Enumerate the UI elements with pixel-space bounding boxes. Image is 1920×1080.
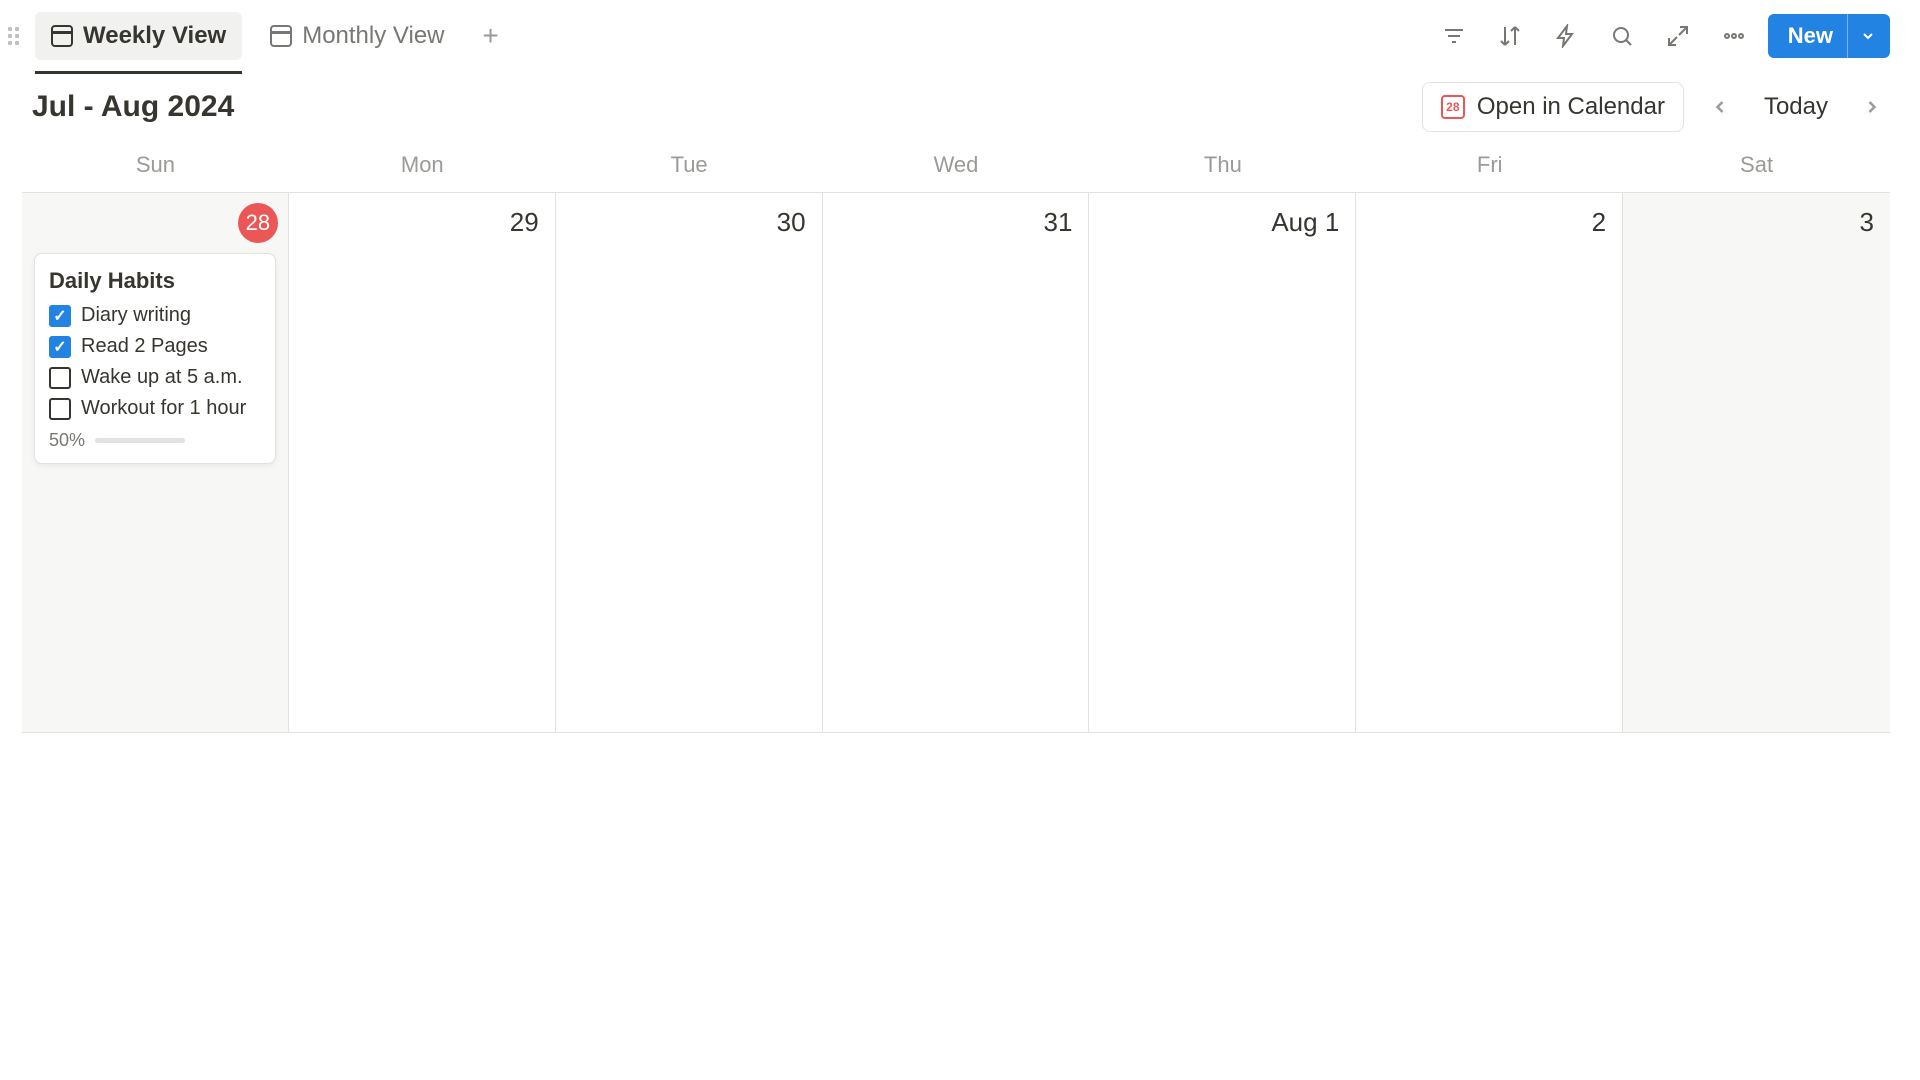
progress-bar (95, 438, 185, 443)
day-cell[interactable]: 30 (556, 193, 823, 732)
tab-weekly-view[interactable]: Weekly View (35, 12, 242, 60)
card-title: Daily Habits (49, 268, 261, 294)
progress-percent: 50% (49, 430, 85, 451)
tab-monthly-view[interactable]: Monthly View (254, 12, 460, 60)
new-button[interactable]: New (1768, 14, 1890, 58)
dow-label: Thu (1089, 142, 1356, 192)
checkbox[interactable] (49, 367, 71, 389)
habit-card[interactable]: Daily Habits Diary writing Read 2 Pages Wak… (34, 253, 276, 464)
dow-label: Sat (1623, 142, 1890, 192)
habit-label: Wake up at 5 a.m. (81, 366, 243, 389)
expand-button[interactable] (1656, 14, 1700, 58)
expand-icon (1666, 24, 1690, 48)
day-cell[interactable]: Aug 1 (1089, 193, 1356, 732)
habit-row: Workout for 1 hour (49, 397, 261, 420)
more-button[interactable] (1712, 14, 1756, 58)
new-button-dropdown[interactable] (1847, 14, 1876, 58)
day-number: 28 (238, 203, 278, 243)
drag-handle-icon[interactable] (8, 27, 19, 45)
checkbox[interactable] (49, 305, 71, 327)
day-number: 29 (510, 207, 539, 238)
add-view-button[interactable]: + (473, 18, 509, 54)
day-number: Aug 1 (1271, 207, 1339, 238)
new-button-label: New (1788, 23, 1833, 49)
dow-label: Mon (289, 142, 556, 192)
checkbox[interactable] (49, 398, 71, 420)
sort-button[interactable] (1488, 14, 1532, 58)
day-cell[interactable]: 28 Daily Habits Diary writing Read 2 Pages W… (22, 193, 289, 732)
day-cell[interactable]: 29 (289, 193, 556, 732)
day-of-week-header: Sun Mon Tue Wed Thu Fri Sat (22, 142, 1890, 193)
day-number: 31 (1044, 207, 1073, 238)
habit-row: Diary writing (49, 304, 261, 327)
filter-button[interactable] (1432, 14, 1476, 58)
day-number: 30 (777, 207, 806, 238)
day-cell[interactable]: 2 (1356, 193, 1623, 732)
dow-label: Wed (823, 142, 1090, 192)
calendar-icon (270, 25, 292, 47)
habit-row: Read 2 Pages (49, 335, 261, 358)
sort-icon (1498, 24, 1522, 48)
more-icon (1722, 24, 1746, 48)
automations-button[interactable] (1544, 14, 1588, 58)
prev-week-button[interactable] (1702, 89, 1738, 125)
chevron-right-icon (1862, 97, 1882, 117)
habit-label: Diary writing (81, 304, 191, 327)
habit-label: Read 2 Pages (81, 335, 208, 358)
habit-row: Wake up at 5 a.m. (49, 366, 261, 389)
page-title: Jul - Aug 2024 (22, 90, 1404, 124)
day-number: 2 (1592, 207, 1606, 238)
week-grid: 28 Daily Habits Diary writing Read 2 Pages W… (22, 193, 1890, 733)
day-number: 3 (1860, 207, 1874, 238)
lightning-icon (1554, 24, 1578, 48)
tab-label: Monthly View (302, 22, 444, 50)
search-button[interactable] (1600, 14, 1644, 58)
chevron-down-icon (1860, 28, 1876, 44)
open-in-calendar-label: Open in Calendar (1477, 93, 1665, 121)
habit-label: Workout for 1 hour (81, 397, 246, 420)
dow-label: Sun (22, 142, 289, 192)
progress-row: 50% (49, 430, 261, 451)
day-cell[interactable]: 31 (823, 193, 1090, 732)
day-cell[interactable]: 3 (1623, 193, 1890, 732)
tab-label: Weekly View (83, 22, 226, 50)
dow-label: Tue (556, 142, 823, 192)
calendar-date-icon: 28 (1441, 95, 1465, 119)
today-button[interactable]: Today (1756, 87, 1836, 127)
filter-icon (1442, 24, 1466, 48)
checkbox[interactable] (49, 336, 71, 358)
open-in-calendar-button[interactable]: 28 Open in Calendar (1422, 82, 1684, 132)
calendar-icon (51, 25, 73, 47)
next-week-button[interactable] (1854, 89, 1890, 125)
dow-label: Fri (1356, 142, 1623, 192)
search-icon (1610, 24, 1634, 48)
chevron-left-icon (1710, 97, 1730, 117)
